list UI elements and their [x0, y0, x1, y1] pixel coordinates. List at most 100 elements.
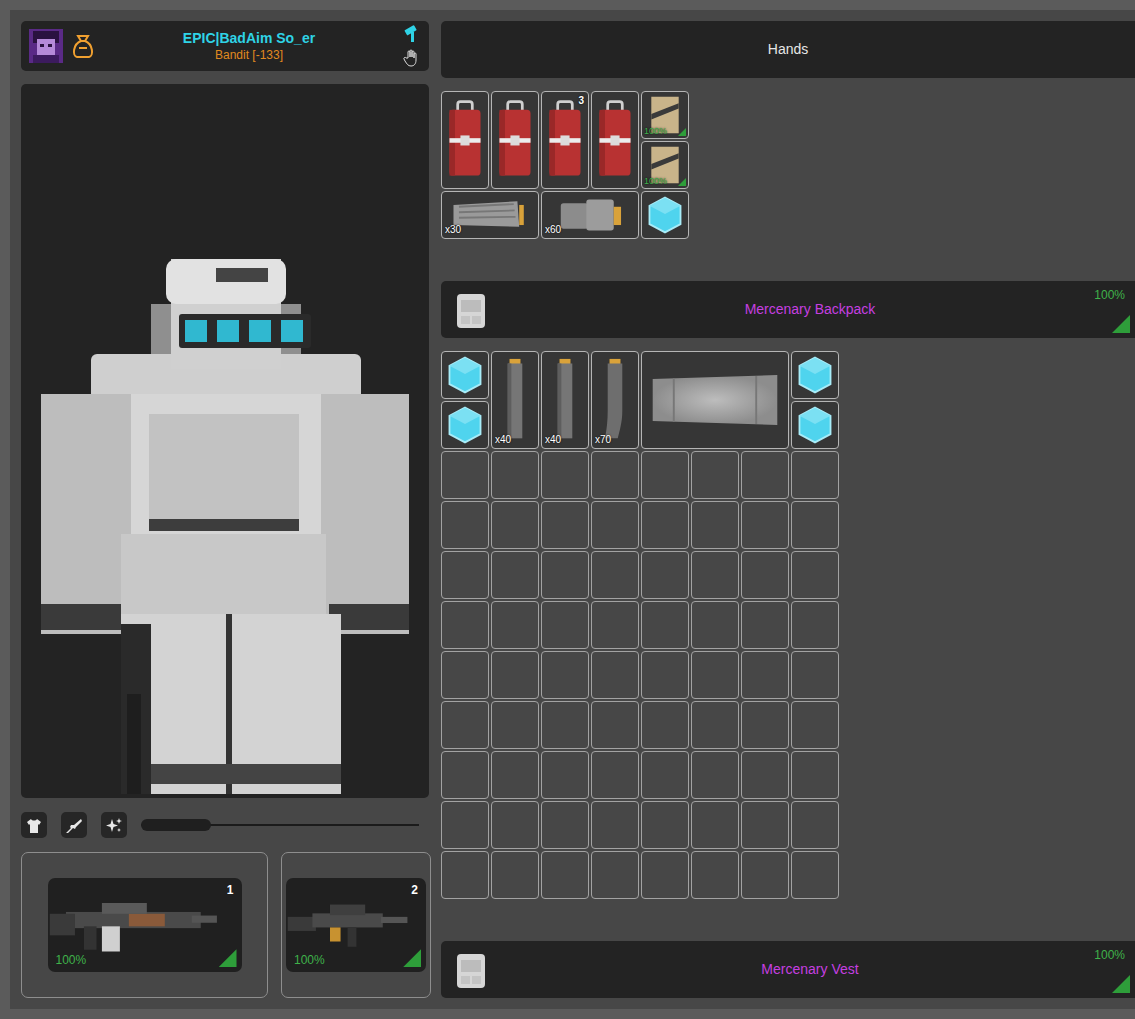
inventory-slot[interactable]	[741, 551, 789, 599]
inventory-slot[interactable]	[591, 501, 639, 549]
inventory-slot[interactable]	[691, 801, 739, 849]
inventory-item[interactable]	[591, 91, 639, 189]
inventory-slot[interactable]	[791, 501, 839, 549]
inventory-slot[interactable]	[441, 651, 489, 699]
inventory-slot[interactable]	[691, 851, 739, 899]
weapons-button[interactable]	[61, 812, 87, 838]
inventory-slot[interactable]	[441, 551, 489, 599]
inventory-item[interactable]	[641, 351, 789, 449]
inventory-slot[interactable]	[491, 601, 539, 649]
inventory-slot[interactable]	[591, 701, 639, 749]
inventory-slot[interactable]	[541, 751, 589, 799]
inventory-slot[interactable]	[441, 601, 489, 649]
inventory-slot[interactable]	[491, 501, 539, 549]
inventory-slot[interactable]	[441, 851, 489, 899]
inventory-slot[interactable]	[691, 501, 739, 549]
weapon-card[interactable]: 2100%	[286, 878, 426, 972]
inventory-slot[interactable]	[491, 851, 539, 899]
inventory-slot[interactable]	[641, 851, 689, 899]
inventory-slot[interactable]	[591, 601, 639, 649]
inventory-slot[interactable]	[791, 801, 839, 849]
inventory-slot[interactable]	[741, 701, 789, 749]
inventory-slot[interactable]	[541, 851, 589, 899]
inventory-item[interactable]	[791, 401, 839, 449]
inventory-slot[interactable]	[591, 801, 639, 849]
hand-icon[interactable]	[402, 49, 420, 67]
inventory-slot[interactable]	[791, 551, 839, 599]
inventory-slot[interactable]	[441, 501, 489, 549]
inventory-slot[interactable]	[441, 451, 489, 499]
inventory-slot[interactable]	[791, 651, 839, 699]
inventory-slot[interactable]	[591, 851, 639, 899]
inventory-slot[interactable]	[591, 651, 639, 699]
inventory-slot[interactable]	[641, 451, 689, 499]
inventory-slot[interactable]	[741, 651, 789, 699]
inventory-slot[interactable]	[541, 451, 589, 499]
inventory-item[interactable]	[441, 351, 489, 399]
inventory-slot[interactable]	[441, 751, 489, 799]
inventory-item[interactable]: x40	[541, 351, 589, 449]
inventory-slot[interactable]	[491, 701, 539, 749]
inventory-item[interactable]: 3	[541, 91, 589, 189]
inventory-item[interactable]	[791, 351, 839, 399]
inventory-slot[interactable]	[741, 801, 789, 849]
inventory-item[interactable]: x60	[541, 191, 639, 239]
inventory-slot[interactable]	[741, 601, 789, 649]
inventory-slot[interactable]	[741, 451, 789, 499]
inventory-slot[interactable]	[691, 751, 739, 799]
inventory-slot[interactable]	[491, 451, 539, 499]
inventory-slot[interactable]	[641, 651, 689, 699]
container-header[interactable]: Mercenary Vest100%	[441, 941, 1135, 998]
weapon-slot[interactable]: 1100%	[21, 852, 268, 998]
inventory-slot[interactable]	[541, 651, 589, 699]
inventory-item[interactable]	[441, 91, 489, 189]
inventory-slot[interactable]	[691, 451, 739, 499]
inventory-item[interactable]	[491, 91, 539, 189]
inventory-slot[interactable]	[691, 701, 739, 749]
inventory-slot[interactable]	[741, 501, 789, 549]
inventory-slot[interactable]	[791, 851, 839, 899]
inventory-item[interactable]: x70	[591, 351, 639, 449]
clothing-button[interactable]	[21, 812, 47, 838]
inventory-slot[interactable]	[641, 801, 689, 849]
inventory-slot[interactable]	[791, 751, 839, 799]
inventory-slot[interactable]	[591, 551, 639, 599]
inventory-slot[interactable]	[541, 551, 589, 599]
inventory-slot[interactable]	[641, 551, 689, 599]
inventory-slot[interactable]	[641, 501, 689, 549]
inventory-slot[interactable]	[541, 601, 589, 649]
inventory-item[interactable]	[441, 401, 489, 449]
inventory-slot[interactable]	[691, 601, 739, 649]
inventory-slot[interactable]	[791, 701, 839, 749]
weapon-slot[interactable]: 2100%	[281, 852, 431, 998]
weapon-card[interactable]: 1100%	[48, 878, 242, 972]
inventory-slot[interactable]	[441, 701, 489, 749]
inventory-slot[interactable]	[491, 801, 539, 849]
inventory-slot[interactable]	[591, 451, 639, 499]
effects-button[interactable]	[101, 812, 127, 838]
inventory-item[interactable]: 100%	[641, 141, 689, 189]
inventory-slot[interactable]	[591, 751, 639, 799]
inventory-slot[interactable]	[741, 851, 789, 899]
inventory-slot[interactable]	[491, 751, 539, 799]
container-header[interactable]: Mercenary Backpack100%	[441, 281, 1135, 338]
avatar-icon[interactable]	[29, 29, 63, 63]
zoom-slider-fill[interactable]	[141, 819, 211, 831]
inventory-slot[interactable]	[741, 751, 789, 799]
inventory-slot[interactable]	[691, 651, 739, 699]
inventory-slot[interactable]	[791, 451, 839, 499]
inventory-slot[interactable]	[491, 651, 539, 699]
zoom-slider[interactable]	[141, 819, 419, 831]
inventory-item[interactable]: x30	[441, 191, 539, 239]
character-preview[interactable]	[21, 84, 429, 798]
inventory-item[interactable]: x40	[491, 351, 539, 449]
inventory-slot[interactable]	[441, 801, 489, 849]
inventory-slot[interactable]	[491, 551, 539, 599]
inventory-slot[interactable]	[641, 601, 689, 649]
inventory-slot[interactable]	[541, 701, 589, 749]
inventory-item[interactable]	[641, 191, 689, 239]
inventory-slot[interactable]	[541, 801, 589, 849]
hammer-icon[interactable]	[402, 25, 420, 43]
inventory-slot[interactable]	[641, 701, 689, 749]
inventory-slot[interactable]	[641, 751, 689, 799]
